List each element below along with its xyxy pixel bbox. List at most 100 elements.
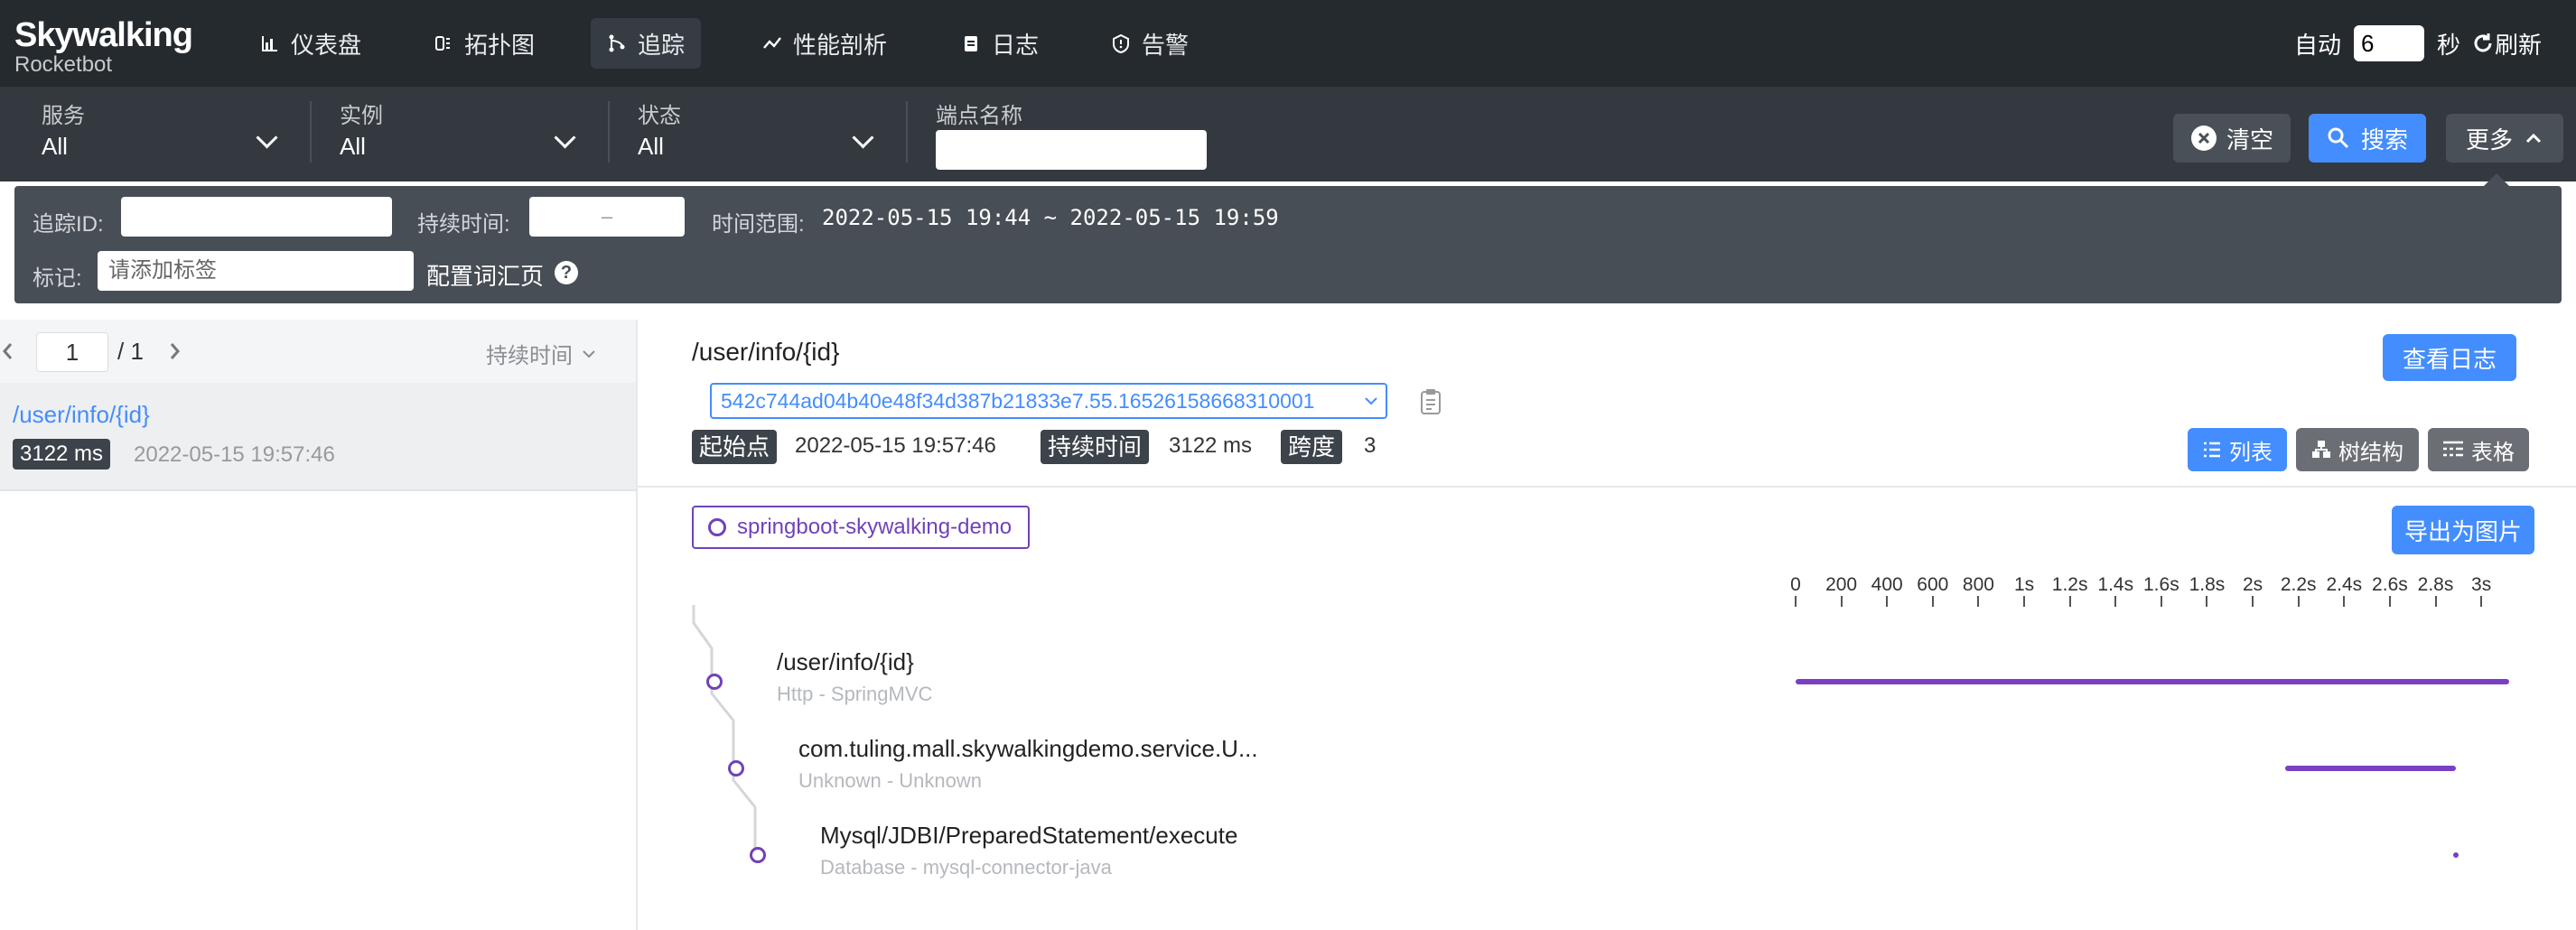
auto-label: 自动 — [2294, 31, 2342, 59]
export-image-button[interactable]: 导出为图片 — [2392, 506, 2534, 554]
alarm-icon — [1113, 33, 1129, 53]
instance-value: All — [340, 133, 366, 160]
table-view-button[interactable]: 表格 — [2428, 428, 2529, 471]
span-duration-bar[interactable] — [1796, 679, 2509, 684]
chevron-left-icon[interactable] — [0, 339, 14, 363]
vocabulary-link[interactable]: 配置词汇页 — [426, 258, 544, 292]
duration-range-input[interactable]: – — [529, 197, 685, 237]
span-node[interactable] — [750, 847, 766, 863]
search-button[interactable]: 搜索 — [2309, 114, 2426, 163]
list-view-label: 列表 — [2229, 440, 2273, 465]
span-count: 3 — [1364, 433, 1377, 458]
chevron-down-icon — [583, 349, 595, 358]
nav-alarm[interactable]: 告警 — [1095, 18, 1205, 69]
span-node[interactable] — [706, 674, 723, 690]
endpoint-name-input[interactable] — [936, 130, 1207, 170]
start-badge: 起始点 — [692, 430, 778, 464]
trace-start: 2022-05-15 19:57:46 — [795, 433, 996, 458]
page-input[interactable]: 1 — [36, 332, 108, 372]
refresh-label: 刷新 — [2495, 31, 2543, 59]
list-item[interactable]: /user/info/{id} 3122 ms 2022-05-15 19:57… — [0, 383, 636, 491]
service-circle-icon — [708, 518, 726, 536]
nav-profile[interactable]: 性能剖析 — [746, 18, 903, 69]
nav-label: 告警 — [1142, 31, 1190, 59]
service-label: 服务 — [42, 104, 85, 128]
axis-tick — [1977, 596, 1980, 607]
clear-icon — [2190, 126, 2217, 151]
nav-trace[interactable]: 追踪 — [591, 18, 702, 69]
refresh-button[interactable]: 刷新 — [2471, 27, 2542, 60]
tree-view-label: 树结构 — [2338, 440, 2403, 465]
status-value: All — [638, 133, 664, 160]
divider — [906, 101, 908, 163]
axis-tick — [1886, 596, 1889, 607]
chart-icon — [262, 36, 277, 51]
service-tag[interactable]: springboot-skywalking-demo — [692, 506, 1031, 549]
axis-tick-label: 3s — [2471, 574, 2492, 595]
axis-tick — [2434, 596, 2437, 607]
refresh-icon — [2474, 33, 2492, 52]
axis-tick — [1840, 596, 1843, 607]
service-select[interactable]: 服务 All — [42, 98, 278, 172]
axis-tick — [2252, 596, 2254, 607]
search-label: 搜索 — [2360, 126, 2408, 153]
tag-input[interactable]: 请添加标签 — [98, 251, 414, 291]
list-view-button[interactable]: 列表 — [2188, 428, 2287, 471]
span-component: Http - SpringMVC — [777, 683, 933, 705]
axis-tick-label: 2.8s — [2417, 574, 2454, 595]
axis-tick — [2023, 596, 2026, 607]
duration-badge: 3122 ms — [13, 439, 111, 470]
axis-tick-label: 600 — [1917, 574, 1949, 595]
trace-start-time: 2022-05-15 19:57:46 — [134, 442, 335, 467]
pagination: 1 / 1 持续时间 — [0, 320, 636, 384]
duration-badge: 持续时间 — [1041, 430, 1150, 464]
span-name[interactable]: /user/info/{id} — [777, 648, 914, 676]
trace-endpoint: /user/info/{id} — [13, 401, 150, 428]
copy-icon[interactable] — [1420, 388, 1442, 415]
axis-tick-label: 2.2s — [2280, 574, 2317, 595]
duration-label: 持续时间: — [417, 212, 510, 237]
view-logs-button[interactable]: 查看日志 — [2383, 334, 2516, 381]
more-label: 更多 — [2465, 126, 2513, 153]
trace-icon — [609, 34, 625, 52]
log-icon — [965, 36, 977, 51]
clear-button[interactable]: 清空 — [2173, 114, 2291, 163]
refresh-interval-input[interactable]: 6 — [2354, 25, 2425, 61]
chevron-right-icon[interactable] — [168, 339, 182, 363]
sort-select[interactable]: 持续时间 — [486, 338, 598, 369]
trace-id-value: 542c744ad04b40e48f34d387b21833e7.55.1652… — [721, 388, 1315, 413]
chevron-down-icon — [1365, 397, 1377, 405]
axis-tick-label: 0 — [1790, 574, 1801, 595]
nav-dashboard[interactable]: 仪表盘 — [244, 18, 378, 69]
time-range-value[interactable]: 2022-05-15 19:44 ~ 2022-05-15 19:59 — [822, 205, 1279, 230]
time-range-label: 时间范围: — [712, 212, 805, 237]
axis-tick-label: 1.4s — [2097, 574, 2134, 595]
span-node[interactable] — [728, 760, 744, 777]
span-name[interactable]: Mysql/JDBI/PreparedStatement/execute — [820, 822, 1237, 850]
span-name[interactable]: com.tuling.mall.skywalkingdemo.service.U… — [798, 735, 1258, 763]
span-duration-bar[interactable] — [2284, 766, 2457, 771]
trace-id-label: 追踪ID: — [33, 212, 104, 237]
divider — [608, 101, 610, 163]
more-button[interactable]: 更多 — [2446, 114, 2563, 163]
sort-label: 持续时间 — [486, 344, 573, 368]
trace-id-select[interactable]: 542c744ad04b40e48f34d387b21833e7.55.1652… — [710, 383, 1387, 419]
axis-tick-label: 2.4s — [2326, 574, 2363, 595]
search-icon — [2328, 127, 2349, 149]
axis-tick-label: 400 — [1871, 574, 1903, 595]
tree-view-button[interactable]: 树结构 — [2296, 428, 2419, 471]
span-count-badge: 跨度 — [1281, 430, 1343, 464]
axis-tick — [2343, 596, 2346, 607]
nav-topology[interactable]: 拓扑图 — [417, 18, 551, 69]
help-icon[interactable]: ? — [555, 261, 578, 284]
axis-tick — [2480, 596, 2483, 607]
span-component: Database - mysql-connector-java — [820, 856, 1112, 879]
status-select[interactable]: 状态 All — [638, 98, 874, 172]
axis-tick — [1931, 596, 1934, 607]
endpoint-label: 端点名称 — [936, 104, 1022, 128]
span-duration-bar[interactable] — [2453, 852, 2459, 858]
trace-title: /user/info/{id} — [692, 338, 840, 366]
trace-id-input[interactable] — [121, 197, 392, 237]
instance-select[interactable]: 实例 All — [340, 98, 576, 172]
nav-logs[interactable]: 日志 — [945, 18, 1055, 69]
